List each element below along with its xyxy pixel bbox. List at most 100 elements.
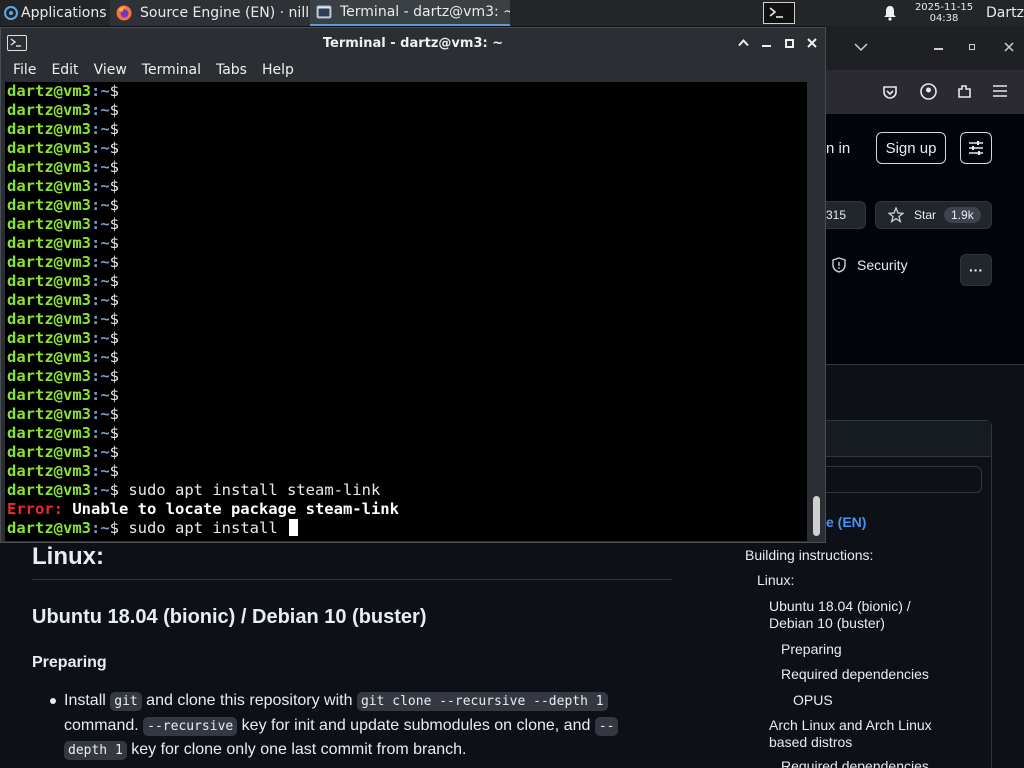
terminal-line: dartz@vm3:~$	[7, 405, 119, 424]
prompt-user: dartz@vm3	[7, 310, 91, 328]
prompt-symbol: $	[109, 443, 120, 461]
prompt-symbol: $	[109, 424, 120, 442]
star-icon	[888, 207, 904, 223]
terminal-line: dartz@vm3:~$	[7, 291, 119, 310]
prompt-symbol: $	[109, 462, 120, 480]
maximize-button[interactable]	[780, 33, 798, 53]
account-icon[interactable]	[920, 83, 937, 100]
applications-label: Applications	[21, 5, 107, 21]
chevron-down-icon[interactable]	[854, 42, 868, 52]
clock[interactable]: 2025-11-15 04:38	[906, 0, 982, 26]
command-text: sudo apt install	[119, 519, 287, 537]
fork-button[interactable]: 315	[822, 201, 866, 229]
terminal-line: dartz@vm3:~$	[7, 253, 119, 272]
notifications-button[interactable]	[880, 0, 900, 26]
tab-security-label: Security	[857, 257, 908, 273]
terminal-output[interactable]: dartz@vm3:~$ dartz@vm3:~$ dartz@vm3:~$ dart…	[5, 82, 807, 541]
menu-help[interactable]: Help	[256, 62, 300, 78]
menu-settings-button[interactable]	[960, 132, 992, 164]
terminal-line: dartz@vm3:~$	[7, 196, 119, 215]
close-button[interactable]	[803, 33, 821, 53]
terminal-scrollbar[interactable]	[809, 82, 825, 541]
prompt-path: :~	[91, 310, 110, 328]
star-button[interactable]: Star 1.9k	[875, 201, 992, 229]
tab-security[interactable]: Security	[832, 257, 908, 273]
terminal-titlebar[interactable]: Terminal - dartz@vm3: ~	[1, 28, 825, 58]
text: command.	[64, 717, 144, 734]
extensions-icon[interactable]	[956, 83, 973, 100]
browser-toolbar	[826, 70, 1024, 114]
maximize-icon	[784, 38, 794, 48]
terminal-launcher[interactable]	[760, 0, 798, 26]
prompt-path: :~	[91, 215, 110, 233]
prompt-path: :~	[91, 120, 110, 138]
text: key for clone only one last commit from …	[126, 741, 467, 758]
toc-item[interactable]: based distros	[769, 734, 852, 751]
menu-terminal[interactable]: Terminal	[136, 62, 207, 78]
close-icon[interactable]	[1004, 42, 1014, 52]
terminal-line: dartz@vm3:~$	[7, 177, 119, 196]
maximize-icon[interactable]	[969, 44, 975, 50]
hamburger-menu-icon[interactable]	[993, 85, 1007, 97]
taskbar-item-terminal[interactable]: Terminal - dartz@vm3: ~	[310, 0, 510, 26]
terminal-line: dartz@vm3:~$	[7, 120, 119, 139]
toc-item[interactable]: Preparing	[781, 641, 842, 658]
prompt-symbol: $	[109, 82, 120, 100]
menu-view[interactable]: View	[88, 62, 133, 78]
prompt-path: :~	[91, 367, 110, 385]
sign-in-link[interactable]: n in	[826, 140, 850, 157]
toc-item[interactable]: Ubuntu 18.04 (bionic) /	[769, 598, 911, 615]
menu-file[interactable]: File	[7, 62, 42, 78]
prompt-user: dartz@vm3	[7, 177, 91, 195]
toc-item[interactable]: Building instructions:	[745, 547, 873, 564]
toc-item[interactable]: Arch Linux and Arch Linux	[769, 717, 932, 734]
clock-time: 04:38	[929, 13, 959, 24]
prompt-symbol: $	[109, 177, 120, 195]
outline-filter-input[interactable]	[826, 466, 982, 493]
prompt-path: :~	[91, 405, 110, 423]
prompt-symbol: $	[109, 519, 120, 537]
minimize-icon	[761, 45, 771, 47]
terminal-icon	[316, 5, 332, 19]
scrollbar-thumb[interactable]	[813, 496, 820, 536]
prompt-user: dartz@vm3	[7, 139, 91, 157]
terminal-line: dartz@vm3:~$	[7, 310, 119, 329]
pocket-icon[interactable]	[882, 84, 898, 100]
prompt-symbol: $	[109, 405, 120, 423]
toc-item[interactable]: Required dependencies	[781, 758, 929, 768]
toc-item[interactable]: Required dependencies	[781, 666, 929, 683]
terminal-title: Terminal - dartz@vm3: ~	[322, 36, 504, 51]
terminal-line: dartz@vm3:~$	[7, 101, 119, 120]
heading-rule	[32, 579, 672, 580]
prompt-user: dartz@vm3	[7, 367, 91, 385]
menu-tabs[interactable]: Tabs	[210, 62, 253, 78]
toc-item[interactable]: Debian 10 (buster)	[769, 615, 885, 632]
prompt-user: dartz@vm3	[7, 196, 91, 214]
user-menu[interactable]: Dartz	[986, 0, 1024, 26]
applications-menu[interactable]: Applications	[0, 0, 110, 26]
terminal-line: dartz@vm3:~$ sudo apt install steam-link	[7, 481, 380, 500]
list-bullet	[50, 698, 56, 704]
star-label: Star	[914, 208, 937, 222]
prompt-user: dartz@vm3	[7, 386, 91, 404]
shade-button[interactable]	[734, 33, 752, 53]
minimize-icon[interactable]	[934, 48, 943, 50]
prompt-path: :~	[91, 481, 110, 499]
prompt-path: :~	[91, 158, 110, 176]
toc-active-link[interactable]: e (EN)	[826, 514, 866, 530]
terminal-line: dartz@vm3:~$ sudo apt install	[7, 519, 298, 538]
more-tabs-button[interactable]: ···	[960, 254, 992, 286]
minimize-button[interactable]	[757, 33, 775, 53]
terminal-line: dartz@vm3:~$	[7, 139, 119, 158]
toc-item[interactable]: Linux:	[757, 572, 794, 589]
taskbar-item-browser[interactable]: Source Engine (EN) · nill...	[110, 0, 310, 26]
prompt-path: :~	[91, 519, 110, 537]
fork-count: 315	[826, 208, 847, 222]
readme-outline-header	[826, 421, 991, 457]
clock-date: 2025-11-15	[914, 2, 974, 13]
toc-item[interactable]: OPUS	[793, 692, 833, 709]
sign-up-button[interactable]: Sign up	[876, 132, 946, 164]
menu-edit[interactable]: Edit	[45, 62, 84, 78]
prompt-user: dartz@vm3	[7, 234, 91, 252]
terminal-line: dartz@vm3:~$	[7, 424, 119, 443]
